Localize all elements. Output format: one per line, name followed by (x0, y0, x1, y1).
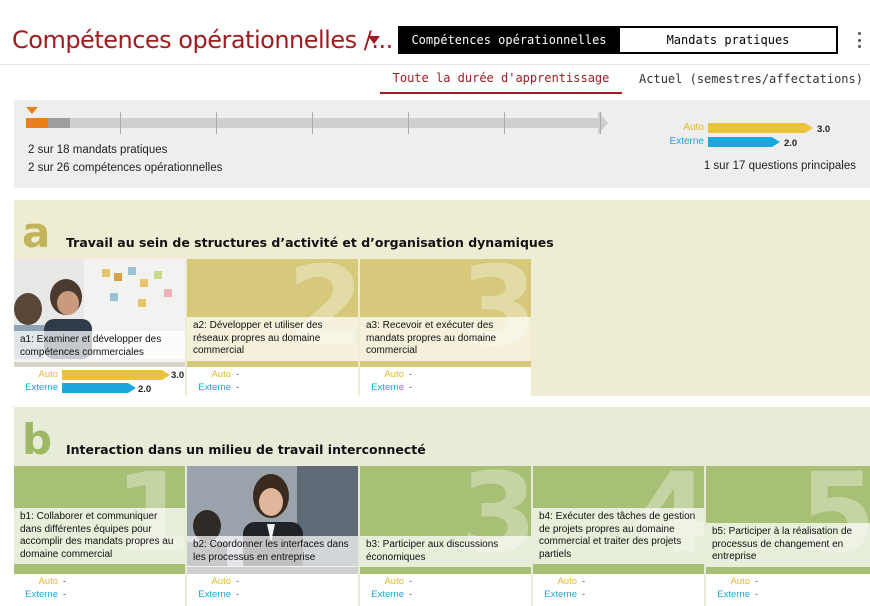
auto-label: Auto (384, 576, 404, 587)
externe-label: Externe (198, 382, 231, 393)
tab-period-current[interactable]: Actuel (semestres/affectations) (632, 64, 870, 94)
card-label: b5: Participer à la réalisation de proce… (706, 523, 870, 567)
progress-panel: 2 sur 18 mandats pratiques 2 sur 26 comp… (14, 100, 870, 188)
card-ratings: Auto - Externe - (187, 367, 358, 396)
tab-mandats[interactable]: Mandats pratiques (618, 26, 838, 54)
competence-card-b4[interactable]: 4 b4: Exécuter des tâches de gestion de … (533, 466, 704, 606)
questions-count: 1 sur 17 questions principales (703, 160, 856, 172)
auto-label: Auto (38, 576, 58, 587)
externe-bar (62, 383, 136, 393)
section-letter: b (22, 415, 53, 464)
auto-label: Auto (384, 369, 404, 380)
card-label: b1: Collaborer et communiquer dans diffé… (14, 508, 185, 564)
page-title[interactable]: Compétences opérationnelles /... (12, 26, 393, 54)
card-ratings: Auto - Externe - (360, 367, 531, 396)
auto-value: - (236, 576, 240, 587)
externe-value: - (409, 589, 413, 600)
externe-label: Externe (198, 589, 231, 600)
auto-label: Auto (730, 576, 750, 587)
externe-value: - (236, 382, 240, 393)
competence-card-b2[interactable]: b2: Coordonner les interfaces dans les p… (187, 466, 358, 606)
card-label: b2: Coordonner les interfaces dans les p… (187, 536, 358, 567)
externe-value: - (409, 382, 413, 393)
section-letter: a (22, 208, 51, 257)
auto-value: - (409, 369, 413, 380)
externe-value: - (582, 589, 586, 600)
competence-card-b1[interactable]: 1 b1: Collaborer et communiquer dans dif… (14, 466, 185, 606)
card-ratings: Auto - Externe - (706, 574, 870, 606)
auto-value: - (582, 576, 586, 587)
externe-label: Externe (25, 589, 58, 600)
progress-tick (408, 112, 409, 134)
competence-card-a1[interactable]: a1: Examiner et développer des compétenc… (14, 259, 185, 396)
auto-bar (62, 370, 170, 380)
competence-card-b3[interactable]: 3 b3: Participer aux discussions économi… (360, 466, 531, 606)
progress-tick (120, 112, 121, 134)
card-label: a3: Recevoir et exécuter des mandats pro… (360, 317, 531, 361)
mandats-count: 2 sur 18 mandats pratiques (28, 144, 168, 156)
competence-card-a2[interactable]: 2 a2: Développer et utiliser des réseaux… (187, 259, 358, 396)
auto-value: - (409, 576, 413, 587)
position-marker-icon (26, 107, 38, 114)
card-ratings: Auto - Externe - (533, 574, 704, 606)
card-ratings: Auto 3.0 Externe 2.0 (14, 367, 185, 396)
externe-label: Externe (669, 136, 704, 147)
section-title: Travail au sein de structures d’activité… (66, 235, 554, 250)
card-ratings: Auto - Externe - (187, 574, 358, 606)
auto-value: 3.0 (171, 370, 185, 381)
externe-value: - (63, 589, 67, 600)
auto-label: Auto (557, 576, 577, 587)
card-ratings: Auto - Externe - (14, 574, 185, 606)
card-label: a1: Examiner et développer des compétenc… (14, 331, 185, 362)
progress-fill (26, 118, 48, 128)
card-ratings: Auto - Externe - (360, 574, 531, 606)
caret-down-icon[interactable] (368, 36, 380, 44)
progress-fill-secondary (48, 118, 70, 128)
auto-label: Auto (683, 122, 704, 133)
section-a: a Travail au sein de structures d’activi… (14, 200, 870, 396)
externe-label: Externe (25, 382, 58, 393)
externe-value: 2.0 (784, 138, 798, 149)
progress-tick (504, 112, 505, 134)
auto-value: - (63, 576, 67, 587)
card-label: b4: Exécuter des tâches de gestion de pr… (533, 508, 704, 564)
header-bar: Compétences opérationnelles /... Compéte… (0, 0, 870, 65)
card-label: a2: Développer et utiliser des réseaux p… (187, 317, 358, 361)
section-b: b Interaction dans un milieu de travail … (14, 407, 870, 606)
externe-label: Externe (371, 382, 404, 393)
externe-value: 2.0 (138, 384, 152, 395)
externe-label: Externe (717, 589, 750, 600)
externe-label: Externe (544, 589, 577, 600)
competence-card-b5[interactable]: 5 b5: Participer à la réalisation de pro… (706, 466, 870, 606)
card-label: b3: Participer aux discussions économiqu… (360, 536, 531, 567)
auto-label: Auto (211, 576, 231, 587)
externe-value: - (755, 589, 759, 600)
competences-count: 2 sur 26 compétences opérationnelles (28, 162, 223, 174)
externe-bar (708, 137, 780, 147)
auto-label: Auto (38, 369, 58, 380)
auto-value: - (755, 576, 759, 587)
auto-label: Auto (211, 369, 231, 380)
progress-tick (216, 112, 217, 134)
tab-competences[interactable]: Compétences opérationnelles (398, 26, 620, 54)
auto-value: - (236, 369, 240, 380)
more-menu-icon[interactable] (852, 28, 866, 52)
competence-card-a3[interactable]: 3 a3: Recevoir et exécuter des mandats p… (360, 259, 531, 396)
auto-value: 3.0 (817, 124, 831, 135)
progress-tick (312, 112, 313, 134)
externe-label: Externe (371, 589, 404, 600)
externe-value: - (236, 589, 240, 600)
tab-period-full[interactable]: Toute la durée d'apprentissage (380, 64, 622, 94)
section-title: Interaction dans un milieu de travail in… (66, 442, 426, 457)
progress-tick (600, 112, 601, 134)
auto-bar (708, 123, 813, 133)
